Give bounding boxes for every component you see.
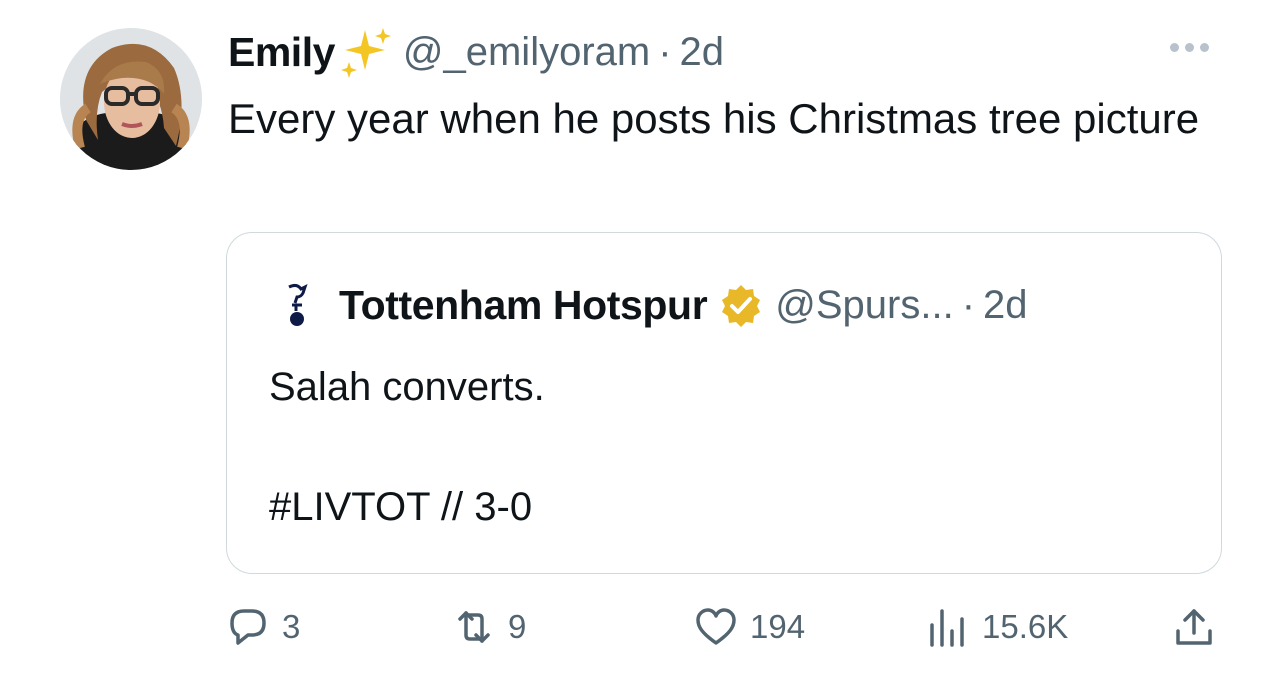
views-chart-icon (930, 609, 964, 647)
quoted-separator-dot: · (961, 282, 976, 327)
views-button[interactable]: 15.6K (926, 600, 1068, 654)
timestamp[interactable]: 2d (680, 30, 725, 75)
heart-icon (696, 608, 736, 645)
quoted-tweet-header: Tottenham Hotspur @Spurs... · 2d (283, 281, 1028, 329)
quoted-author-handle[interactable]: @Spurs... (775, 283, 953, 328)
tweet-text: Every year when he posts his Christmas t… (228, 95, 1200, 142)
quoted-tweet-card[interactable]: Tottenham Hotspur @Spurs... · 2d Salah c… (226, 232, 1222, 574)
action-bar: 3 9 194 15.6K (226, 600, 1222, 654)
views-count: 15.6K (982, 608, 1069, 645)
retweet-count: 9 (508, 608, 527, 645)
author-avatar[interactable] (60, 28, 202, 170)
like-count: 194 (750, 608, 806, 645)
like-button[interactable]: 194 (694, 600, 805, 654)
retweet-button[interactable]: 9 (452, 600, 526, 654)
reply-count: 3 (282, 608, 301, 645)
tweet-header: Emily @_emilyoram · 2d (228, 22, 724, 82)
author-meta: @_emilyoram · 2d (403, 30, 724, 75)
reply-icon (230, 609, 266, 645)
author-name[interactable]: Emily (228, 29, 335, 76)
quoted-author-name[interactable]: Tottenham Hotspur (339, 282, 708, 329)
more-icon[interactable] (1170, 38, 1220, 56)
share-icon (1176, 609, 1212, 645)
quoted-author-meta: @Spurs... · 2d (775, 283, 1027, 328)
quoted-tweet-text: Salah converts. #LIVTOT // 3-0 (269, 365, 545, 529)
verified-badge-icon (722, 285, 761, 327)
spurs-logo-icon (288, 283, 308, 326)
separator-dot: · (658, 29, 672, 74)
reply-button[interactable]: 3 (226, 600, 300, 654)
author-handle[interactable]: @_emilyoram (403, 30, 650, 75)
quoted-timestamp[interactable]: 2d (983, 283, 1028, 328)
share-button[interactable] (1172, 600, 1228, 654)
retweet-icon (458, 611, 490, 643)
sparkles-icon (340, 28, 391, 78)
